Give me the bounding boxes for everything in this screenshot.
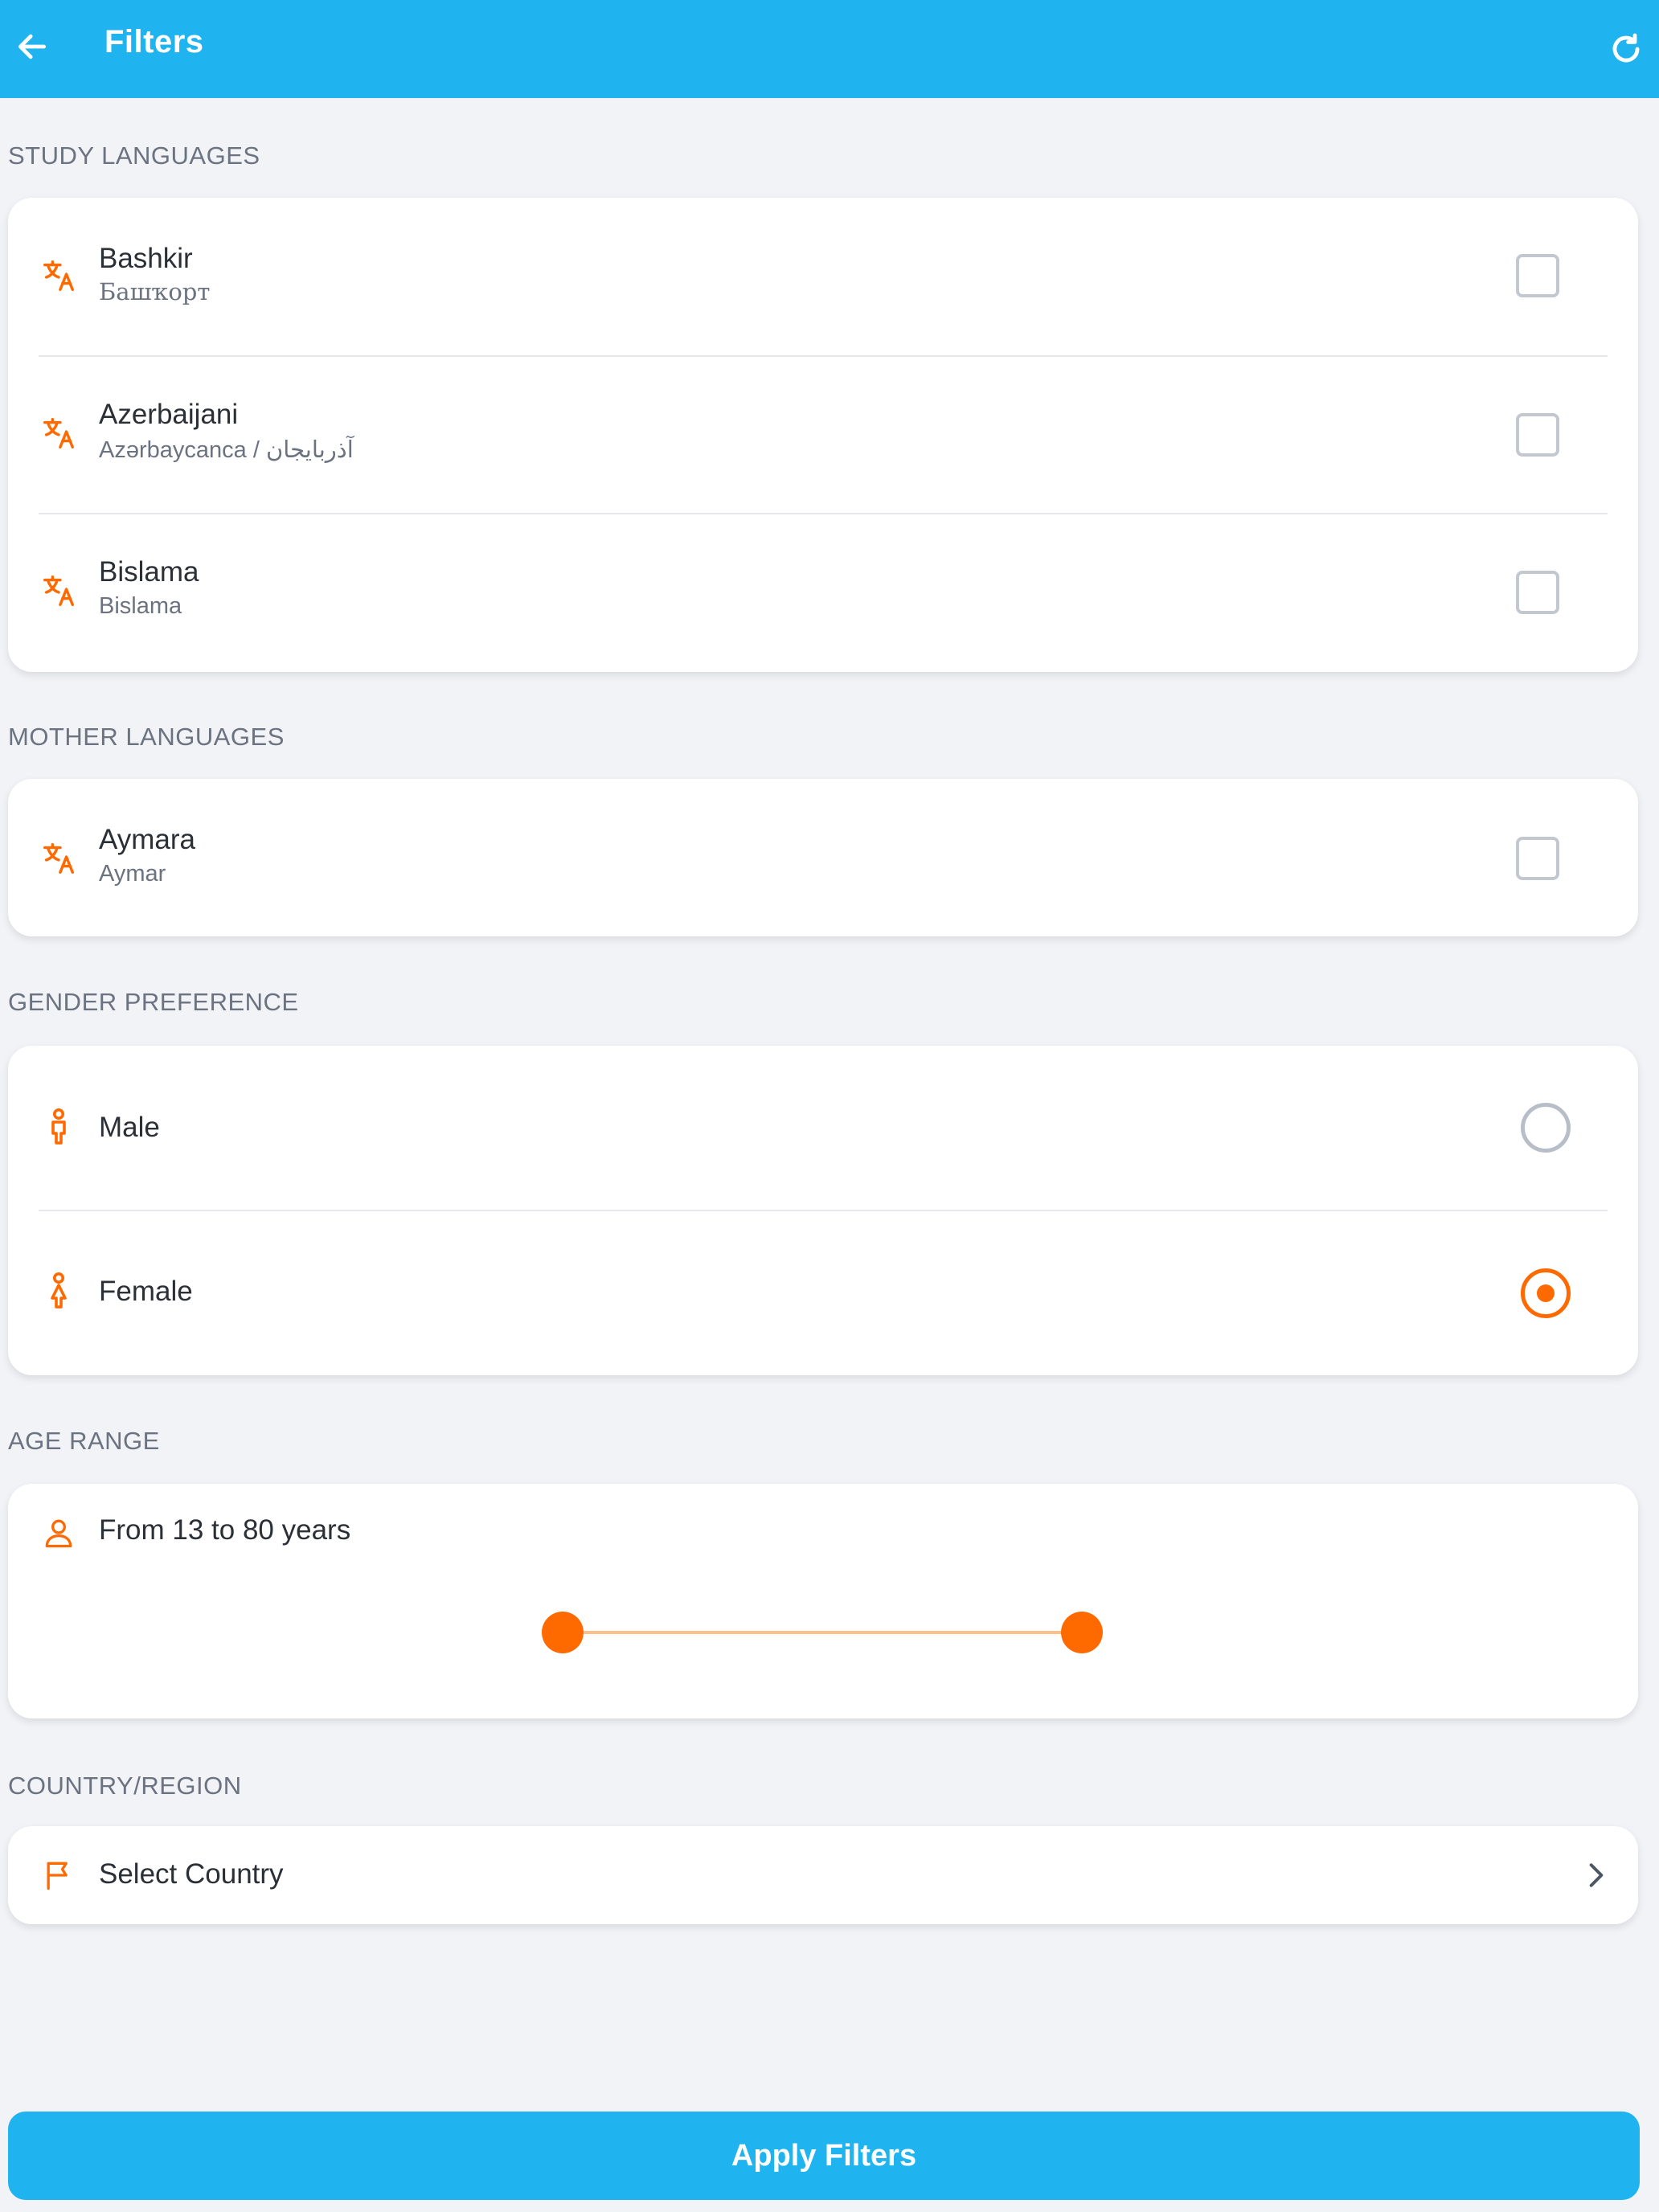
apply-filters-button[interactable]: Apply Filters xyxy=(8,2112,1640,2200)
language-native-name: Bislama xyxy=(99,593,182,619)
gender-option-male[interactable]: Male xyxy=(8,1046,1638,1210)
gender-label: Male xyxy=(99,1112,160,1143)
page-title: Filters xyxy=(104,24,204,59)
back-button[interactable] xyxy=(6,21,58,72)
language-native-name: Azərbaycanca / آذربایجان xyxy=(99,437,354,463)
arrow-left-icon xyxy=(18,34,47,59)
language-native-name: Башҡорт xyxy=(99,278,211,305)
language-name: Bislama xyxy=(99,556,199,588)
translate-icon xyxy=(39,838,79,879)
language-name: Azerbaijani xyxy=(99,399,239,430)
age-range-text: From 13 to 80 years xyxy=(99,1514,351,1546)
app-bar: Filters xyxy=(0,0,1659,98)
language-row-bashkir[interactable]: Bashkir Башҡорт xyxy=(8,198,1638,355)
language-row-azerbaijani[interactable]: Azerbaijani Azərbaycanca / آذربایجان xyxy=(8,357,1638,513)
translate-icon xyxy=(39,256,79,296)
gender-option-female[interactable]: Female xyxy=(8,1211,1638,1375)
flag-icon xyxy=(39,1855,79,1895)
language-checkbox[interactable] xyxy=(1516,571,1559,614)
study-languages-card: Bashkir Башҡорт Azerbaijani Azərbaycanca… xyxy=(8,198,1638,672)
gender-radio-female[interactable] xyxy=(1521,1268,1571,1318)
study-languages-label: STUDY LANGUAGES xyxy=(8,141,260,170)
language-row-aymara[interactable]: Aymara Aymar xyxy=(8,779,1638,936)
language-checkbox[interactable] xyxy=(1516,254,1559,297)
language-name: Aymara xyxy=(99,824,195,855)
translate-icon xyxy=(39,571,79,611)
language-name: Bashkir xyxy=(99,243,193,274)
reset-button[interactable] xyxy=(1598,21,1654,77)
age-range-label: AGE RANGE xyxy=(8,1427,160,1455)
language-native-name: Aymar xyxy=(99,861,166,887)
age-slider-min-thumb[interactable] xyxy=(542,1612,584,1653)
age-range-row: From 13 to 80 years xyxy=(8,1484,1638,1718)
language-row-bislama[interactable]: Bislama Bislama xyxy=(8,514,1638,672)
gender-radio-male[interactable] xyxy=(1521,1103,1571,1153)
chevron-right-icon xyxy=(1580,1859,1612,1891)
mother-languages-card: Aymara Aymar xyxy=(8,779,1638,936)
gender-preference-label: GENDER PREFERENCE xyxy=(8,988,299,1016)
translate-icon xyxy=(39,413,79,453)
age-range-card: From 13 to 80 years xyxy=(8,1484,1638,1718)
country-region-label: COUNTRY/REGION xyxy=(8,1772,242,1800)
gender-label: Female xyxy=(99,1276,193,1307)
mother-languages-label: MOTHER LANGUAGES xyxy=(8,723,285,751)
gender-preference-card: Male Female xyxy=(8,1046,1638,1375)
country-selector[interactable]: Select Country xyxy=(8,1826,1638,1924)
person-icon xyxy=(39,1513,79,1553)
country-placeholder: Select Country xyxy=(99,1858,284,1890)
country-row[interactable]: Select Country xyxy=(8,1826,1638,1924)
age-slider-track[interactable] xyxy=(571,1631,1092,1634)
language-checkbox[interactable] xyxy=(1516,413,1559,457)
refresh-icon xyxy=(1612,33,1640,63)
female-icon xyxy=(39,1271,79,1311)
language-checkbox[interactable] xyxy=(1516,837,1559,880)
male-icon xyxy=(39,1107,79,1147)
age-slider-max-thumb[interactable] xyxy=(1061,1612,1103,1653)
